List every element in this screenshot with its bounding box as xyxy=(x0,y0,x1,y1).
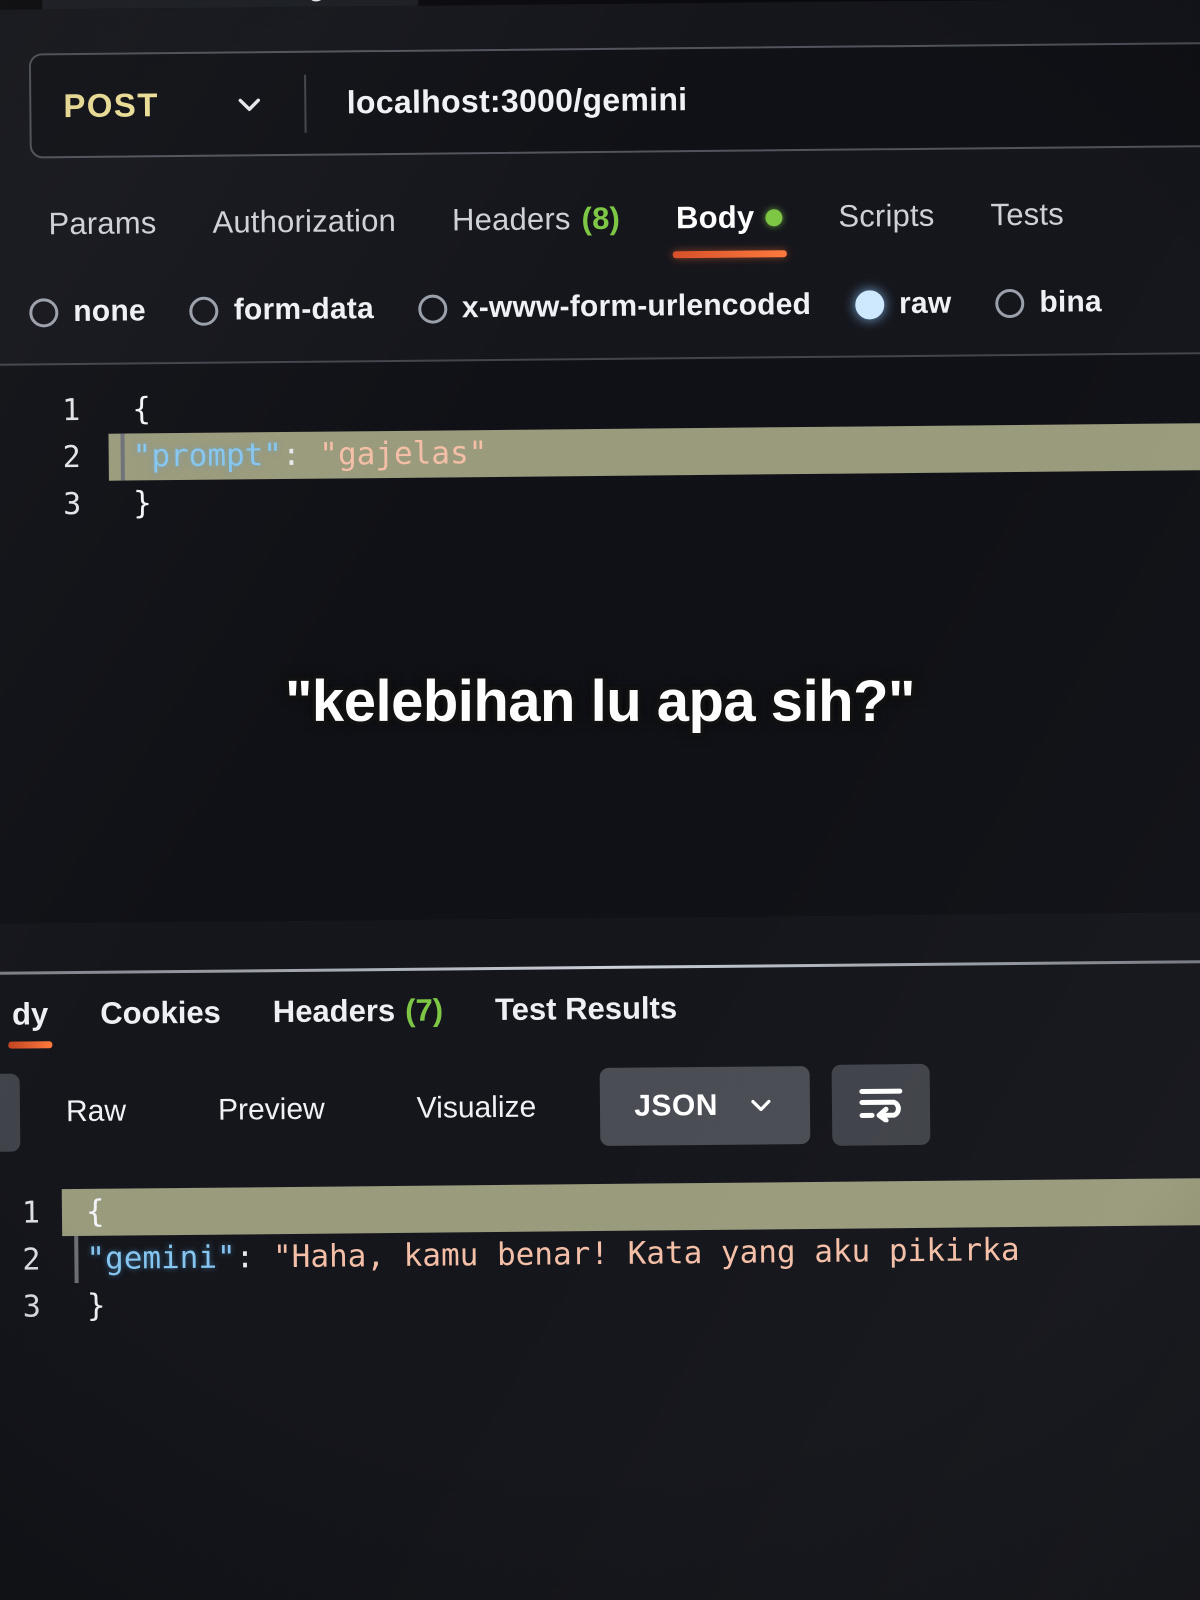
response-tab-headers[interactable]: Headers (7) xyxy=(247,992,470,1030)
response-tab-test-results[interactable]: Test Results xyxy=(469,990,703,1028)
chevron-down-icon[interactable] xyxy=(233,87,267,121)
body-type-urlencoded-label: x-www-form-urlencoded xyxy=(461,287,812,325)
request-editor-lines[interactable]: { "prompt": "gajelas" } xyxy=(108,376,1200,528)
response-tab-cookies[interactable]: Cookies xyxy=(74,994,247,1032)
code-token-string: "gajelas" xyxy=(319,435,488,473)
radio-icon xyxy=(29,297,59,327)
browser-tab-label: localhost:3000/gemini xyxy=(110,0,397,5)
code-token-key: "prompt" xyxy=(132,437,283,475)
body-type-raw-label: raw xyxy=(898,286,952,321)
line-number: 1 xyxy=(62,392,81,429)
response-tab-cookies-label: Cookies xyxy=(100,994,222,1031)
tab-tests[interactable]: Tests xyxy=(962,196,1092,233)
indent-guide xyxy=(74,1236,79,1284)
tab-params[interactable]: Params xyxy=(20,205,184,243)
request-editor-gutter: 1 2 3 xyxy=(0,365,113,924)
request-tab[interactable]: localhost:3000/gemini xyxy=(42,0,419,10)
format-preview-button[interactable]: Preview xyxy=(172,1070,371,1150)
response-tab-body-active-underline xyxy=(8,1041,53,1049)
code-line[interactable]: } xyxy=(109,470,1200,528)
code-token-punct: : xyxy=(281,436,320,474)
response-tab-headers-count: (7) xyxy=(405,992,444,1028)
code-token: { xyxy=(85,1193,105,1230)
line-number: 3 xyxy=(22,1289,42,1325)
postman-screenshot-photo: localhost:3000/gemini POST localhost:300… xyxy=(0,0,1200,1600)
tab-tests-label: Tests xyxy=(990,196,1065,233)
body-type-form-data-label: form-data xyxy=(233,292,375,327)
radio-icon xyxy=(995,288,1025,318)
line-number: 1 xyxy=(21,1195,41,1231)
radio-icon xyxy=(189,296,219,326)
body-type-raw[interactable]: raw xyxy=(854,286,952,322)
body-modified-dot-icon xyxy=(765,208,783,226)
video-caption-text: "kelebihan lu apa sih?" xyxy=(284,669,916,734)
body-type-radio-group: none form-data x-www-form-urlencoded raw… xyxy=(0,268,1200,346)
body-type-binary-label: bina xyxy=(1039,285,1103,319)
response-tab-bar: dy Cookies Headers (7) Test Results xyxy=(0,964,1200,1054)
http-method-label[interactable]: POST xyxy=(31,86,159,125)
tab-scripts[interactable]: Scripts xyxy=(810,197,962,234)
radio-icon xyxy=(417,293,448,324)
format-raw-button[interactable]: Raw xyxy=(20,1072,173,1151)
body-type-binary[interactable]: bina xyxy=(995,285,1102,320)
line-number: 2 xyxy=(22,1242,41,1278)
body-type-none[interactable]: none xyxy=(29,294,146,329)
response-tab-body[interactable]: dy xyxy=(0,996,74,1049)
tab-body-active-underline xyxy=(672,250,787,259)
code-token: } xyxy=(86,1287,106,1324)
format-pretty-button[interactable]: retty xyxy=(0,1073,21,1154)
response-body-editor[interactable]: 1 2 3 { "gemini": "Haha, kamu benar! Kat… xyxy=(0,1159,1200,1593)
tab-params-label: Params xyxy=(48,205,157,242)
response-editor-lines[interactable]: { "gemini": "Haha, kamu benar! Kata yang… xyxy=(61,1177,1200,1331)
body-type-form-data[interactable]: form-data xyxy=(189,292,375,328)
body-type-none-label: none xyxy=(73,294,146,329)
request-body-editor[interactable]: 1 2 3 { "prompt": "gajelas" } xyxy=(0,351,1200,924)
wrap-lines-icon xyxy=(858,1082,904,1127)
code-token: } xyxy=(132,485,152,522)
radio-selected-icon xyxy=(854,289,885,320)
code-token-string: "Haha, kamu benar! Kata yang aku pikirka xyxy=(272,1231,1020,1276)
tab-body[interactable]: Body xyxy=(648,199,811,259)
wrap-lines-button[interactable] xyxy=(831,1063,931,1146)
tab-authorization[interactable]: Authorization xyxy=(184,203,424,241)
line-number: 3 xyxy=(62,486,82,523)
code-token-punct: : xyxy=(235,1239,274,1276)
body-type-urlencoded[interactable]: x-www-form-urlencoded xyxy=(417,287,812,326)
request-url-bar[interactable]: POST localhost:3000/gemini xyxy=(28,41,1200,159)
browser-tab-strip: localhost:3000/gemini xyxy=(0,0,1200,10)
response-tab-test-results-label: Test Results xyxy=(494,990,678,1028)
response-format-toolbar: retty Raw Preview Visualize JSON xyxy=(0,1058,1200,1157)
request-tab-bar: Params Authorization Headers (8) Body Sc… xyxy=(0,172,1200,266)
chevron-down-icon xyxy=(746,1090,776,1120)
response-language-value: JSON xyxy=(634,1088,719,1123)
tab-body-label: Body xyxy=(675,199,755,236)
tab-authorization-label: Authorization xyxy=(212,202,397,240)
response-editor-gutter: 1 2 3 xyxy=(0,1171,66,1592)
code-token-key: "gemini" xyxy=(86,1239,236,1277)
code-token: { xyxy=(132,391,152,428)
send-arrow-icon xyxy=(60,0,96,1)
tab-headers[interactable]: Headers (8) xyxy=(424,201,648,239)
url-input[interactable]: localhost:3000/gemini xyxy=(307,81,688,122)
line-number: 2 xyxy=(62,439,81,476)
tab-headers-label: Headers xyxy=(451,201,571,238)
tab-headers-count: (8) xyxy=(581,200,621,237)
response-tab-headers-label: Headers xyxy=(272,992,396,1030)
tab-scripts-label: Scripts xyxy=(838,197,935,234)
response-tab-body-label: dy xyxy=(11,996,49,1032)
indent-guide xyxy=(120,433,125,481)
format-visualize-button[interactable]: Visualize xyxy=(370,1068,582,1148)
response-language-select[interactable]: JSON xyxy=(599,1066,811,1147)
